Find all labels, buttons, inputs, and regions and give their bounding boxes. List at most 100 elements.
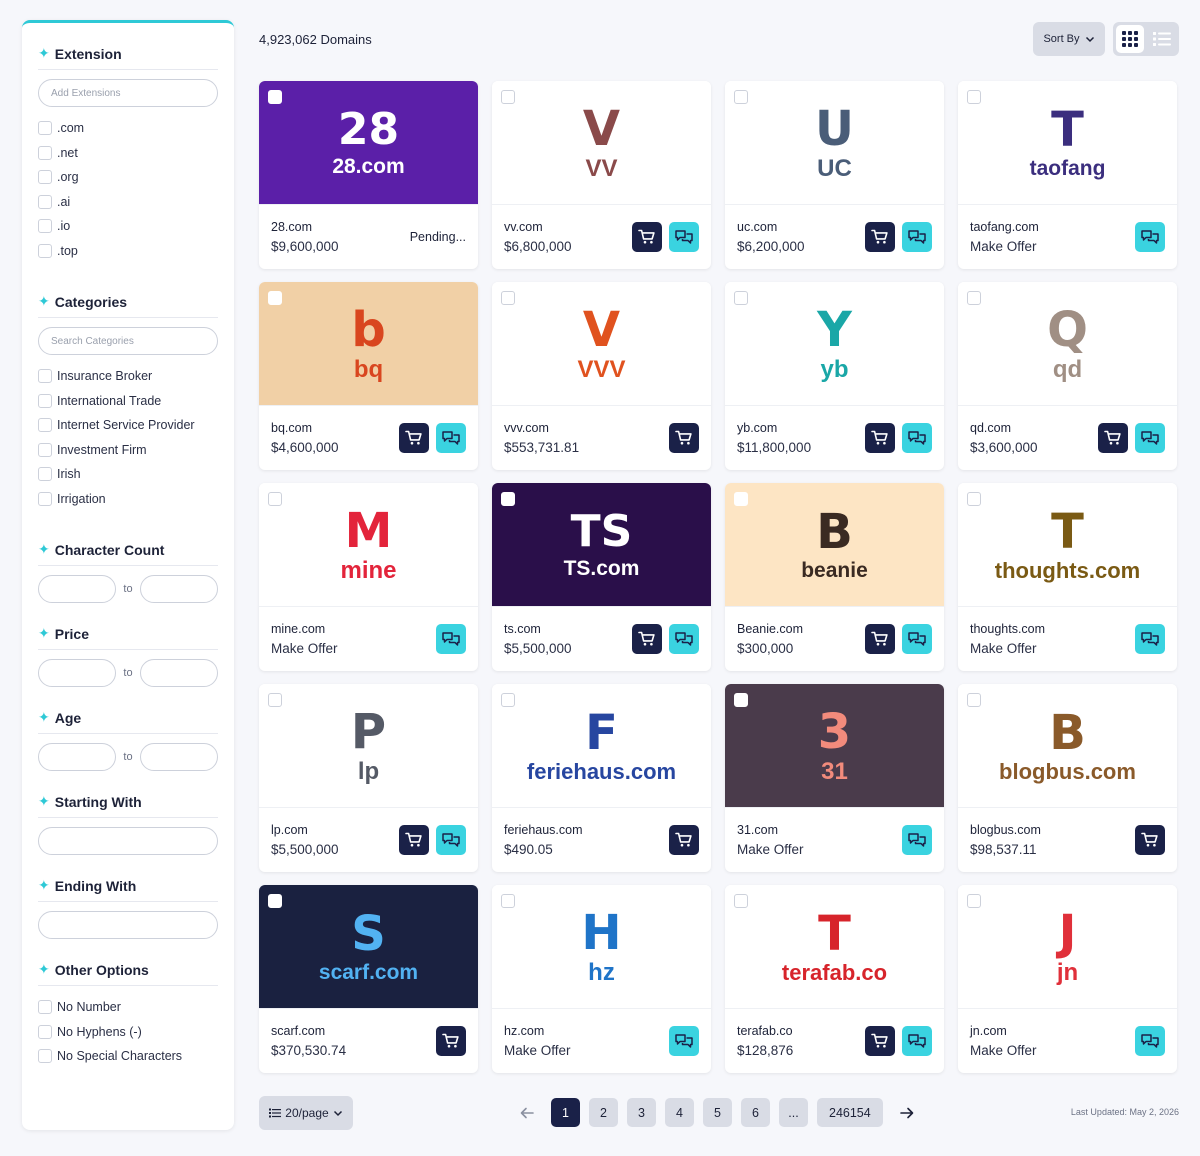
starting-with-input[interactable]	[38, 827, 218, 855]
checkbox[interactable]	[38, 145, 52, 160]
other-option[interactable]: No Special Characters	[38, 1044, 218, 1069]
domain-name[interactable]: uc.com	[737, 220, 805, 234]
domain-logo[interactable]: 28 28.com	[259, 81, 478, 205]
domain-name[interactable]: thoughts.com	[970, 622, 1045, 636]
domain-logo[interactable]: Hhz	[492, 885, 711, 1009]
domain-logo[interactable]: Tthoughts.com	[958, 483, 1177, 607]
make-offer-button[interactable]	[436, 624, 466, 654]
domain-card[interactable]: Tterafab.co terafab.co $128,876	[725, 885, 944, 1073]
filter-title-categories[interactable]: ✦ Categories	[38, 293, 218, 318]
domain-card[interactable]: 3 31 31.com Make Offer	[725, 684, 944, 872]
make-offer-button[interactable]	[902, 423, 932, 453]
card-checkbox[interactable]	[501, 894, 515, 908]
filter-title-other-options[interactable]: ✦ Other Options	[38, 961, 218, 986]
add-to-cart-button[interactable]	[865, 624, 895, 654]
domain-card[interactable]: Fferiehaus.com feriehaus.com $490.05	[492, 684, 711, 872]
domain-logo[interactable]: Ttaofang	[958, 81, 1177, 205]
add-to-cart-button[interactable]	[669, 423, 699, 453]
add-to-cart-button[interactable]	[436, 1026, 466, 1056]
checkbox[interactable]	[38, 121, 52, 136]
price-min-input[interactable]	[38, 659, 116, 687]
add-to-cart-button[interactable]	[1135, 825, 1165, 855]
filter-title-character-count[interactable]: ✦ Character Count	[38, 541, 218, 566]
make-offer-button[interactable]	[1135, 624, 1165, 654]
page-button[interactable]: 246154	[817, 1098, 883, 1127]
checkbox[interactable]	[38, 1049, 52, 1064]
card-checkbox[interactable]	[268, 291, 282, 305]
extension-option[interactable]: .net	[38, 141, 218, 166]
domain-name[interactable]: taofang.com	[970, 220, 1039, 234]
domain-card[interactable]: U UC uc.com $6,200,000	[725, 81, 944, 269]
domain-name[interactable]: jn.com	[970, 1024, 1037, 1038]
checkbox[interactable]	[38, 194, 52, 209]
card-checkbox[interactable]	[734, 693, 748, 707]
domain-logo[interactable]: Jjn	[958, 885, 1177, 1009]
categories-search-input[interactable]	[38, 327, 218, 355]
category-option[interactable]: International Trade	[38, 389, 218, 414]
extension-option[interactable]: .io	[38, 214, 218, 239]
domain-logo[interactable]: b bq	[259, 282, 478, 406]
domain-logo[interactable]: V VV	[492, 81, 711, 205]
add-to-cart-button[interactable]	[399, 423, 429, 453]
domain-logo[interactable]: Tterafab.co	[725, 885, 944, 1009]
domain-logo[interactable]: Fferiehaus.com	[492, 684, 711, 808]
domain-name[interactable]: Beanie.com	[737, 622, 803, 636]
add-to-cart-button[interactable]	[865, 1026, 895, 1056]
other-option[interactable]: No Number	[38, 995, 218, 1020]
domain-card[interactable]: Sscarf.com scarf.com $370,530.74	[259, 885, 478, 1073]
domain-logo[interactable]: Bblogbus.com	[958, 684, 1177, 808]
category-option[interactable]: Insurance Broker	[38, 364, 218, 389]
domain-logo[interactable]: 3 31	[725, 684, 944, 808]
card-checkbox[interactable]	[734, 90, 748, 104]
domain-name[interactable]: 28.com	[271, 220, 339, 234]
domain-card[interactable]: Tthoughts.com thoughts.com Make Offer	[958, 483, 1177, 671]
domain-name[interactable]: qd.com	[970, 421, 1038, 435]
checkbox[interactable]	[38, 369, 52, 384]
card-checkbox[interactable]	[501, 492, 515, 506]
domain-name[interactable]: scarf.com	[271, 1024, 346, 1038]
domain-card[interactable]: Mmine mine.com Make Offer	[259, 483, 478, 671]
grid-view-button[interactable]	[1116, 25, 1144, 53]
list-view-button[interactable]	[1148, 25, 1176, 53]
checkbox[interactable]	[38, 393, 52, 408]
make-offer-button[interactable]	[1135, 423, 1165, 453]
card-checkbox[interactable]	[268, 693, 282, 707]
page-button[interactable]: 6	[741, 1098, 770, 1127]
domain-logo[interactable]: V VVV	[492, 282, 711, 406]
filter-title-ending-with[interactable]: ✦ Ending With	[38, 877, 218, 902]
domain-card[interactable]: Bblogbus.com blogbus.com $98,537.11	[958, 684, 1177, 872]
domain-card[interactable]: Bbeanie Beanie.com $300,000	[725, 483, 944, 671]
filter-title-extension[interactable]: ✦ Extension	[38, 45, 218, 70]
extension-option[interactable]: .org	[38, 165, 218, 190]
domain-logo[interactable]: Mmine	[259, 483, 478, 607]
add-to-cart-button[interactable]	[865, 423, 895, 453]
category-option[interactable]: Irrigation	[38, 487, 218, 512]
checkbox[interactable]	[38, 170, 52, 185]
page-button[interactable]: 5	[703, 1098, 732, 1127]
extension-option[interactable]: .top	[38, 239, 218, 264]
domain-name[interactable]: lp.com	[271, 823, 339, 837]
card-checkbox[interactable]	[967, 693, 981, 707]
page-button[interactable]: 4	[665, 1098, 694, 1127]
domain-name[interactable]: ts.com	[504, 622, 572, 636]
filter-title-price[interactable]: ✦ Price	[38, 625, 218, 650]
domain-card[interactable]: TS TS.com ts.com $5,500,000	[492, 483, 711, 671]
domain-card[interactable]: b bq bq.com $4,600,000	[259, 282, 478, 470]
category-option[interactable]: Irish	[38, 462, 218, 487]
domain-card[interactable]: V VVV vvv.com $553,731.81	[492, 282, 711, 470]
add-to-cart-button[interactable]	[1098, 423, 1128, 453]
age-min-input[interactable]	[38, 743, 116, 771]
card-checkbox[interactable]	[501, 291, 515, 305]
make-offer-button[interactable]	[669, 222, 699, 252]
domain-card[interactable]: Yyb yb.com $11,800,000	[725, 282, 944, 470]
domain-logo[interactable]: Sscarf.com	[259, 885, 478, 1009]
filter-title-age[interactable]: ✦ Age	[38, 709, 218, 734]
page-button[interactable]: ...	[779, 1098, 808, 1127]
card-checkbox[interactable]	[268, 894, 282, 908]
add-to-cart-button[interactable]	[632, 222, 662, 252]
domain-name[interactable]: hz.com	[504, 1024, 571, 1038]
per-page-select[interactable]: 20/page	[259, 1096, 353, 1130]
page-button[interactable]: 3	[627, 1098, 656, 1127]
domain-name[interactable]: feriehaus.com	[504, 823, 583, 837]
character-count-max-input[interactable]	[140, 575, 218, 603]
